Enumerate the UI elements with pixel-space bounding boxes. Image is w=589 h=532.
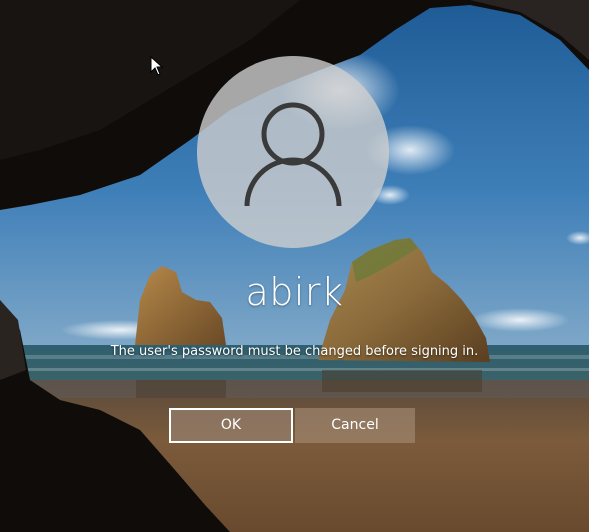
- user-silhouette-icon: [244, 102, 342, 207]
- cancel-button[interactable]: Cancel: [295, 408, 415, 443]
- password-change-message: The user's password must be changed befo…: [110, 344, 479, 359]
- username-label: abirk: [245, 270, 344, 314]
- lock-screen: abirk The user's password must be change…: [0, 0, 589, 532]
- user-avatar: [197, 56, 389, 248]
- mouse-pointer-icon: [150, 56, 164, 76]
- ok-button[interactable]: OK: [169, 408, 293, 443]
